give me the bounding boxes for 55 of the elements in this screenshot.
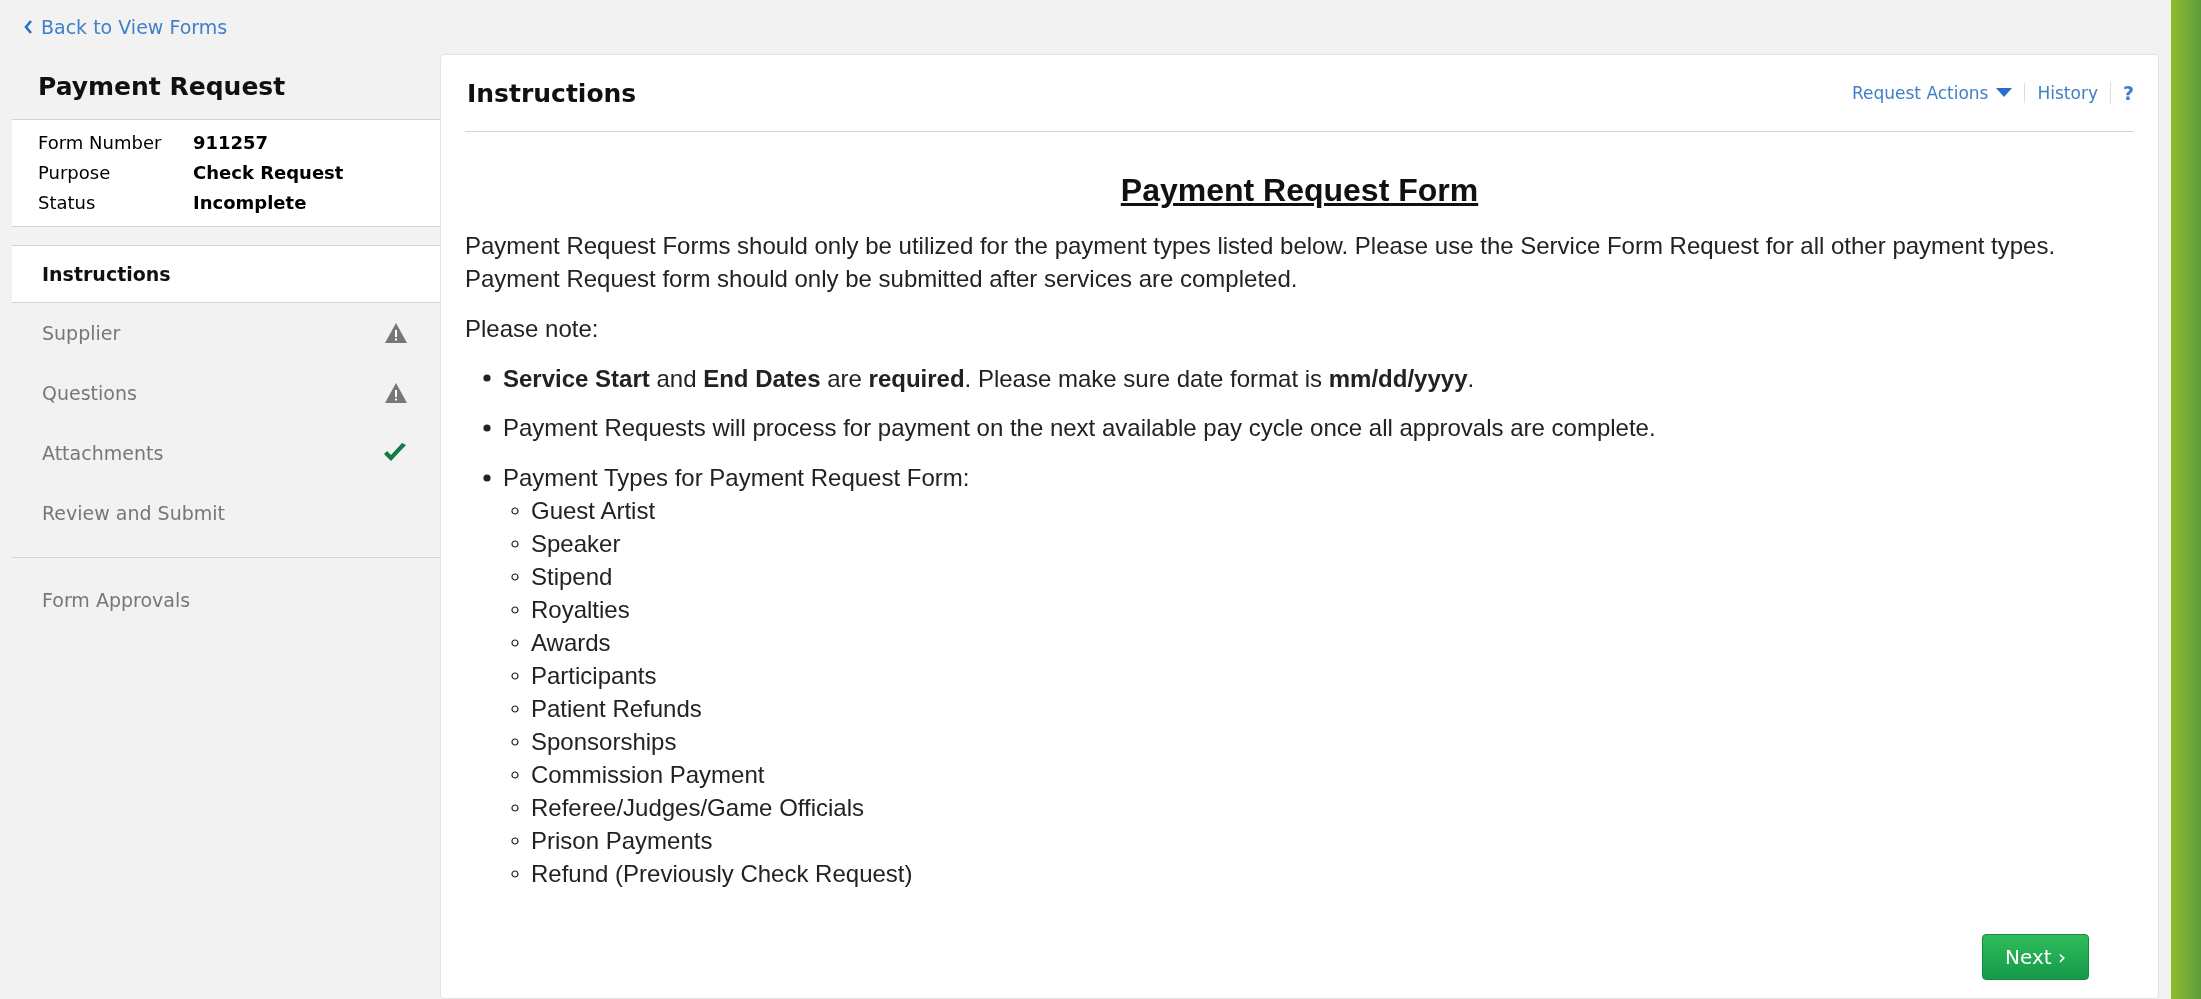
warning-icon	[384, 382, 408, 404]
payment-type-item: Prison Payments	[531, 826, 713, 857]
history-link[interactable]: History	[2024, 83, 2110, 103]
payment-type-item: Guest Artist	[531, 496, 656, 527]
request-actions-dropdown[interactable]: Request Actions	[1839, 83, 2025, 103]
note-label: Please note:	[465, 314, 600, 344]
help-link[interactable]: ?	[2109, 82, 2134, 104]
payment-type-item: Referee/Judges/Game Officials	[531, 793, 865, 824]
info-label: Form Number	[38, 131, 163, 155]
panel-title: Instructions	[466, 78, 637, 108]
bullet-icon	[483, 423, 491, 432]
bullet-icon	[483, 374, 491, 383]
info-value: Incomplete	[193, 191, 308, 215]
sidebar-item[interactable]: Form Approvals	[12, 570, 440, 630]
info-label: Purpose	[38, 161, 112, 185]
circle-bullet-icon	[511, 539, 519, 548]
intro-paragraph: Payment Request Forms should only be utilized for the payment types listed below. Please use the Service Form Request for all other payment types. Payment Request form should only be submitted after services are completed.	[465, 230, 2057, 295]
circle-bullet-icon	[511, 671, 519, 680]
form-title: Payment Request Form	[1119, 171, 1480, 210]
info-value: 911257	[193, 131, 270, 155]
info-value: Check Request	[193, 161, 345, 185]
circle-bullet-icon	[511, 803, 519, 812]
circle-bullet-icon	[511, 506, 519, 515]
sidebar-item[interactable]: Instructions	[12, 246, 440, 303]
chevron-left-icon	[24, 20, 33, 34]
bullet-icon	[483, 473, 491, 482]
warning-icon	[384, 322, 408, 344]
payment-type-item: Awards	[531, 628, 611, 659]
payment-type-item: Participants	[531, 661, 657, 692]
next-button[interactable]: Next ›	[1982, 934, 2089, 980]
payment-type-item: Commission Payment	[531, 760, 765, 791]
sidebar-item[interactable]: Supplier	[12, 303, 440, 363]
circle-bullet-icon	[511, 605, 519, 614]
payment-type-item: Stipend	[531, 562, 613, 593]
circle-bullet-icon	[511, 737, 519, 746]
payment-type-item: Sponsorships	[531, 727, 677, 758]
sidebar-item[interactable]: Attachments	[12, 423, 440, 483]
bullet-text: Payment Requests will process for payment on the next available pay cycle once all approvals are complete.	[503, 413, 1656, 444]
circle-bullet-icon	[511, 704, 519, 713]
sidebar-item[interactable]: Questions	[12, 363, 440, 423]
payment-type-item: Refund (Previously Check Request)	[531, 859, 913, 890]
bullet-text: Service Start and End Dates are required. Please make sure date format is mm/dd/yyyy.	[503, 363, 1475, 394]
payment-type-item: Patient Refunds	[531, 694, 702, 725]
bullet-text: Payment Types for Payment Request Form:	[503, 462, 970, 493]
info-label: Status	[38, 191, 97, 215]
circle-bullet-icon	[511, 770, 519, 779]
sidebar-item[interactable]: Review and Submit	[12, 483, 440, 543]
circle-bullet-icon	[511, 869, 519, 878]
circle-bullet-icon	[511, 836, 519, 845]
payment-type-item: Speaker	[531, 529, 621, 560]
back-link[interactable]: Back to View Forms	[12, 0, 228, 54]
circle-bullet-icon	[511, 572, 519, 581]
caret-icon	[1996, 88, 2013, 98]
payment-type-item: Royalties	[531, 595, 630, 626]
circle-bullet-icon	[511, 638, 519, 647]
